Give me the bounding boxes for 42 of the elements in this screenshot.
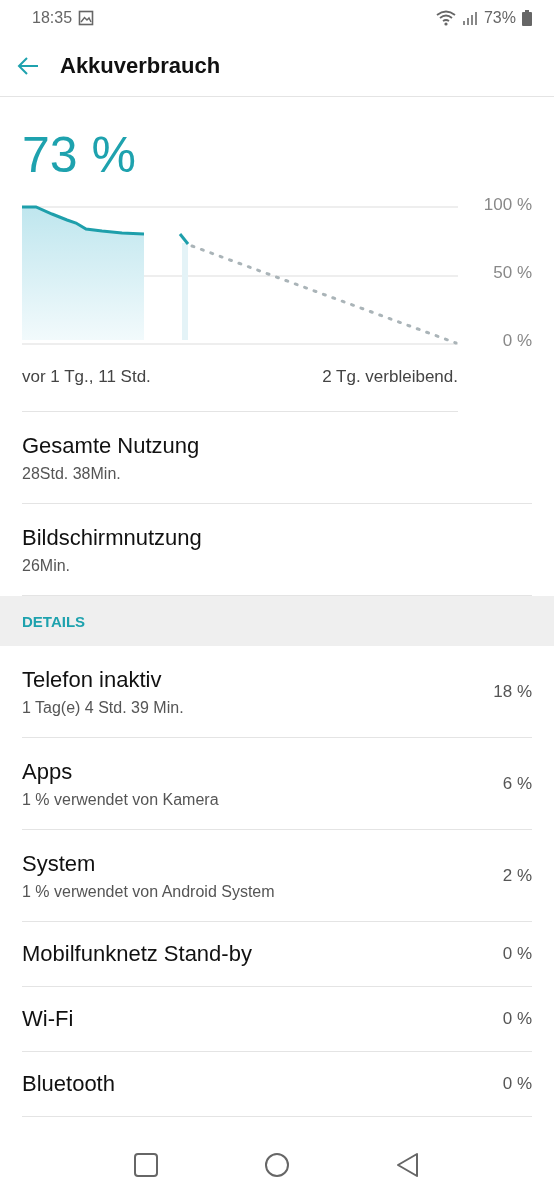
list-item[interactable]: Mobilfunknetz Stand-by 0 % [22, 922, 532, 987]
usage-percent: 2 % [502, 865, 532, 886]
page-title: Akkuverbrauch [60, 53, 221, 79]
battery-level: 73 % [22, 126, 137, 185]
axis-label: 50 % [493, 263, 532, 283]
axis-label: 100 % [483, 195, 532, 215]
image-icon [78, 10, 95, 26]
list-item[interactable]: Bluetooth 0 % [22, 1052, 532, 1117]
status-time: 18:35 [32, 9, 73, 27]
list-item[interactable]: Apps 1 % verwendet von Kamera 6 % [22, 738, 532, 830]
item-title: Wi-Fi [22, 1006, 74, 1032]
item-subtitle: 1 % verwendet von Kamera [22, 790, 219, 809]
usage-percent: 0 % [502, 1009, 532, 1029]
battery-icon [522, 10, 532, 26]
item-title: Bluetooth [22, 1071, 115, 1097]
list-item[interactable]: Wi-Fi 0 % [22, 987, 532, 1052]
item-title: Mobilfunknetz Stand-by [22, 941, 252, 967]
battery-percent: 73% [483, 9, 516, 27]
item-subtitle: 1 % verwendet von Android System [22, 882, 275, 901]
usage-percent: 6 % [502, 773, 532, 794]
item-subtitle: 1 Tag(e) 4 Std. 39 Min. [22, 698, 184, 717]
item-title: System [22, 850, 97, 877]
list-item[interactable]: Gesamte Nutzung 28Std. 38Min. [22, 412, 532, 504]
usage-percent: 18 % [493, 681, 532, 702]
axis-label: 0 % [502, 331, 532, 351]
axis-label: 2 Tg. verbleibend. [322, 367, 458, 387]
item-subtitle: 26Min. [22, 556, 72, 575]
recent-apps-button[interactable] [132, 1152, 159, 1178]
item-title: Telefon inaktiv [22, 666, 163, 693]
item-title: Bildschirmnutzung [22, 524, 202, 551]
usage-percent: 0 % [502, 944, 532, 964]
item-title: Gesamte Nutzung [22, 432, 200, 459]
list-item[interactable]: System 1 % verwendet von Android System 2 % [22, 830, 532, 922]
home-button[interactable] [264, 1152, 290, 1178]
section-header: DETAILS [22, 612, 86, 630]
signal-icon [461, 10, 478, 26]
item-title: Apps [22, 758, 74, 785]
item-subtitle: 28Std. 38Min. [22, 464, 122, 483]
axis-label: vor 1 Tg., 11 Std. [22, 367, 151, 387]
list-item[interactable]: Telefon inaktiv 1 Tag(e) 4 Std. 39 Min. 18 % [22, 646, 532, 738]
wifi-icon [435, 10, 456, 26]
usage-percent: 0 % [502, 1074, 532, 1094]
